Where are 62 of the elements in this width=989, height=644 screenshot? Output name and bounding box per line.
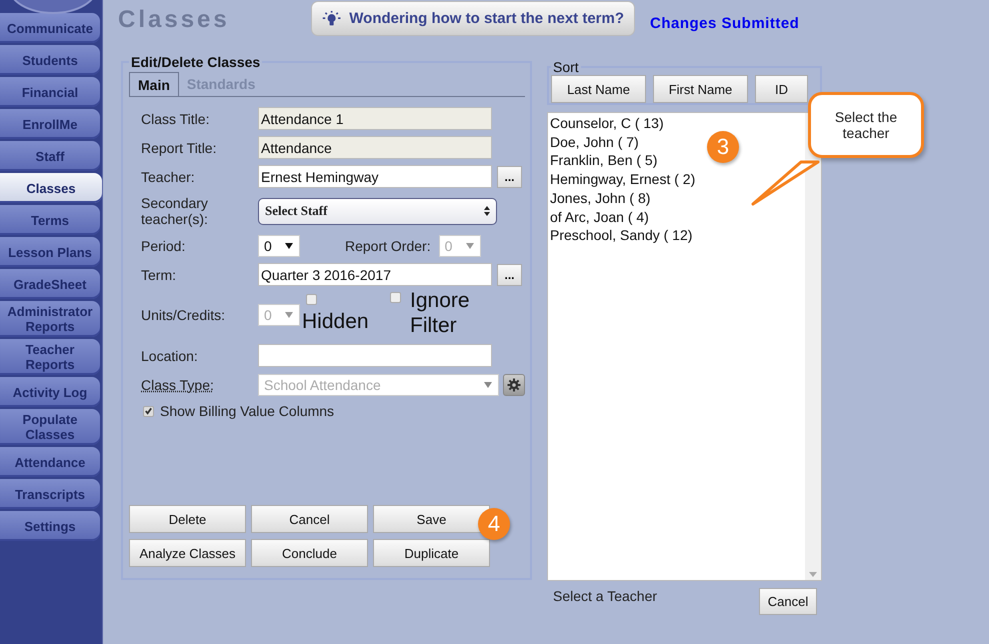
down-arrow-icon xyxy=(809,572,817,577)
checkbox[interactable] xyxy=(143,406,154,416)
checkbox-label: Show Billing Value Columns xyxy=(160,403,334,419)
browse-button[interactable]: ... xyxy=(497,264,522,286)
caret-icon xyxy=(466,242,474,248)
scrollbar[interactable] xyxy=(805,113,821,580)
action-button[interactable]: Delete xyxy=(129,505,246,533)
action-button[interactable]: Conclude xyxy=(251,539,368,567)
period-dropdown[interactable]: 0 xyxy=(258,234,300,256)
list-item[interactable]: Franklin, Ben ( 5) xyxy=(550,151,658,170)
sidebar-item[interactable]: Classes xyxy=(0,173,102,203)
text-field[interactable]: Ernest Hemingway xyxy=(258,165,492,188)
sort-button[interactable]: First Name xyxy=(653,75,748,103)
page-title: Classes xyxy=(118,6,231,34)
list-item[interactable]: Hemingway, Ernest ( 2) xyxy=(550,170,696,189)
caret-icon xyxy=(285,242,293,248)
gear-icon xyxy=(507,378,521,392)
text-field[interactable]: Quarter 3 2016-2017 xyxy=(258,263,492,286)
field-label: Report Title: xyxy=(141,140,218,156)
field-label: Class Title: xyxy=(141,110,210,126)
action-button[interactable]: Analyze Classes xyxy=(129,539,246,567)
tip-button[interactable]: Wondering how to start the next term? xyxy=(311,1,635,36)
field-label: Period: xyxy=(141,238,186,254)
staff-dropdown[interactable]: Select Staff xyxy=(258,198,497,224)
checkbox-label: Ignore Filter xyxy=(410,288,471,338)
caret-icon xyxy=(285,312,293,318)
field-label: Secondary teacher(s): xyxy=(141,195,209,227)
action-button[interactable]: Cancel xyxy=(251,505,368,533)
step-badge: 4 xyxy=(478,508,510,540)
panel-legend: Edit/Delete Classes xyxy=(129,54,262,70)
cancel-button[interactable]: Cancel xyxy=(759,588,817,615)
list-item[interactable]: Preschool, Sandy ( 12) xyxy=(550,226,692,245)
status-message: Changes Submitted xyxy=(650,15,800,32)
list-item[interactable]: Jones, John ( 8) xyxy=(550,188,650,208)
text-field[interactable]: Attendance 1 xyxy=(258,107,492,130)
text-field[interactable] xyxy=(258,344,492,367)
action-button[interactable]: Duplicate xyxy=(373,539,490,567)
sidebar-item[interactable]: Teacher Reports xyxy=(0,339,100,375)
list-item[interactable]: of Arc, Joan ( 4) xyxy=(550,208,649,226)
updown-icon xyxy=(484,206,490,216)
text-field[interactable]: Attendance xyxy=(258,136,492,159)
field-label: Location: xyxy=(141,348,199,364)
panel-legend: Sort xyxy=(551,59,581,75)
field-label: Class Type: xyxy=(141,376,215,392)
field-label: Teacher: xyxy=(141,168,196,184)
sidebar-item[interactable]: Populate Classes xyxy=(0,409,100,445)
list-item[interactable]: Doe, John ( 7) xyxy=(550,132,639,152)
callout-bubble: Select the teacher xyxy=(808,92,924,158)
field-label: Units/Credits: xyxy=(141,307,226,323)
field-label: Report Order: xyxy=(345,238,431,254)
caret-icon xyxy=(484,382,492,388)
lightbulb-icon xyxy=(322,8,342,28)
settings-button[interactable] xyxy=(503,374,525,396)
sidebar-item[interactable]: Administrator Reports xyxy=(0,301,100,337)
select-prompt: Select a Teacher xyxy=(553,588,658,604)
checkbox-label: Hidden xyxy=(302,310,369,334)
sort-button[interactable]: Last Name xyxy=(551,75,646,103)
list-item[interactable]: Counselor, C ( 13) xyxy=(550,114,664,133)
tab[interactable]: Main xyxy=(129,72,179,96)
field-label: Term: xyxy=(141,266,177,282)
browse-button[interactable]: ... xyxy=(497,166,522,188)
sort-button[interactable]: ID xyxy=(755,75,808,103)
